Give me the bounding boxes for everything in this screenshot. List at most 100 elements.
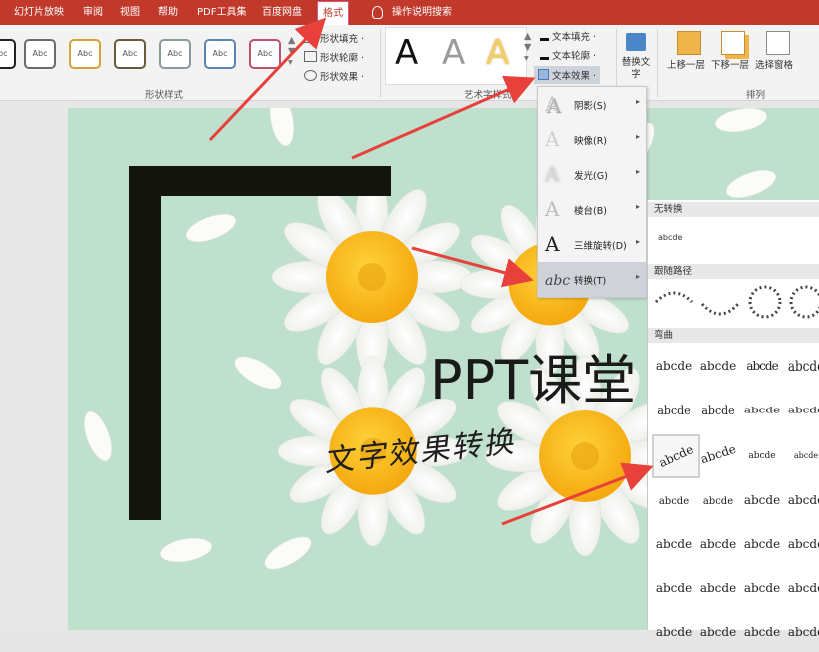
shape-outline-button[interactable]: 形状轮廓 · <box>304 50 364 64</box>
shape-style-swatch[interactable]: Abc <box>159 39 191 69</box>
text-outline-button[interactable]: 文本轮廓 · <box>540 48 596 62</box>
section-follow-path: 跟随路径 <box>648 264 819 279</box>
warp-option[interactable]: abcde <box>784 434 819 474</box>
warp-option[interactable]: abcde <box>784 568 819 608</box>
no-transform-option[interactable]: abcde <box>658 233 682 242</box>
tab-view[interactable]: 视图 <box>120 0 140 25</box>
shape-style-swatch[interactable]: Abc <box>69 39 101 69</box>
warp-option-label: abcde <box>702 496 734 507</box>
text-effects-button[interactable]: 文本效果 · <box>534 66 601 84</box>
wordart-style-gray[interactable]: A <box>442 31 465 75</box>
warp-option[interactable]: abcde <box>652 524 696 564</box>
tab-baidu-netdisk[interactable]: 百度网盘 <box>262 0 302 25</box>
warp-option[interactable]: abcde <box>740 524 784 564</box>
submenu-arrow-icon: ▸ <box>635 97 640 106</box>
menu-item-reflection[interactable]: A 映像(R) ▸ <box>538 122 646 157</box>
menu-item-3d-rotation[interactable]: A 三维旋转(D) ▸ <box>538 227 646 262</box>
shape-style-swatch[interactable]: Abc <box>204 39 236 69</box>
text-effects-menu: A 阴影(S) ▸ A 映像(R) ▸ A 发光(G) ▸ A 棱台(B) ▸ … <box>537 86 647 298</box>
shape-effects-button[interactable]: 形状效果 · <box>304 69 364 83</box>
group-label-arrange: 排列 <box>746 90 766 101</box>
tell-me-search[interactable]: 操作说明搜索 <box>392 0 452 25</box>
warp-option-label: abcde <box>787 493 819 507</box>
warp-option[interactable]: abcde <box>696 568 740 608</box>
3d-rotation-icon: A <box>545 232 560 256</box>
warp-option[interactable]: abcde <box>696 434 740 474</box>
wordart-scroll-icon[interactable]: ▲ ▼ ▾ <box>524 31 531 64</box>
shape-style-swatch[interactable]: Abc <box>0 39 16 69</box>
group-label-shape-styles: 形状样式 <box>145 90 184 101</box>
alt-text-button[interactable]: 替换文字 <box>620 57 652 81</box>
selection-pane-icon[interactable] <box>766 31 790 55</box>
warp-option[interactable]: abcde <box>784 612 819 652</box>
wordart-style-gold[interactable]: A <box>486 31 509 75</box>
menu-item-shadow[interactable]: A 阴影(S) ▸ <box>538 87 646 122</box>
warp-option-label: abcde <box>743 581 781 595</box>
shape-outline-label: 形状轮廓 · <box>320 53 365 64</box>
warp-option[interactable]: abcde <box>784 524 819 564</box>
shape-style-swatch[interactable]: Abc <box>249 39 281 69</box>
warp-option[interactable]: abcde <box>740 568 784 608</box>
shape-fill-button[interactable]: 形状填充 · <box>304 31 364 45</box>
ribbon-separator <box>380 29 381 97</box>
text-fill-button[interactable]: 文本填充 · <box>540 29 596 43</box>
selection-pane-button[interactable]: 选择窗格 <box>755 57 793 71</box>
pen-icon <box>304 51 317 62</box>
warp-option[interactable]: abcde <box>740 346 784 386</box>
bring-forward-icon[interactable] <box>677 31 701 55</box>
warp-option[interactable]: abcde <box>652 568 696 608</box>
menu-item-label: 映像(R) <box>574 136 608 147</box>
menu-item-label: 转换(T) <box>574 276 607 287</box>
shadow-icon: A <box>545 92 560 116</box>
warp-option[interactable]: abcde <box>696 346 740 386</box>
alt-text-icon[interactable] <box>626 33 646 51</box>
menu-item-bevel[interactable]: A 棱台(B) ▸ <box>538 192 646 227</box>
warp-option[interactable]: abcde <box>740 390 784 430</box>
warp-option[interactable]: abcde <box>740 612 784 652</box>
menu-item-glow[interactable]: A 发光(G) ▸ <box>538 157 646 192</box>
warp-option[interactable]: abcde <box>784 346 819 386</box>
glow-icon: A <box>545 162 560 186</box>
thumbnail-pane <box>0 101 68 630</box>
send-backward-icon[interactable] <box>721 31 745 55</box>
menu-item-transform[interactable]: abc 转换(T) ▸ <box>538 262 646 297</box>
bevel-icon: A <box>545 197 560 221</box>
tab-pdf-tools[interactable]: PDF工具集 <box>197 0 246 25</box>
send-backward-button[interactable]: 下移一层 <box>711 57 749 71</box>
follow-path-options[interactable] <box>650 282 819 322</box>
wordart-style-black[interactable]: A <box>395 31 418 75</box>
tab-review[interactable]: 审阅 <box>83 0 103 25</box>
warp-option-label: abcde <box>655 625 693 639</box>
shape-style-swatch[interactable]: Abc <box>114 39 146 69</box>
transform-icon: abc <box>545 273 571 289</box>
bring-forward-button[interactable]: 上移一层 <box>667 57 705 71</box>
tab-help[interactable]: 帮助 <box>158 0 178 25</box>
submenu-arrow-icon: ▸ <box>635 132 640 141</box>
warp-option[interactable]: abcde <box>652 346 696 386</box>
shape-style-swatch[interactable]: Abc <box>24 39 56 69</box>
warp-option[interactable]: abcde <box>740 434 784 474</box>
warp-option-label: abcde <box>787 625 819 639</box>
warp-option-label: abcde <box>748 451 776 461</box>
warp-option[interactable]: abcde <box>740 480 784 520</box>
warp-option[interactable]: abcde <box>784 390 819 430</box>
warp-option[interactable]: abcde <box>696 390 740 430</box>
warp-option[interactable]: abcde <box>652 434 700 478</box>
warp-option[interactable]: abcde <box>696 524 740 564</box>
swatch-scroll-icon[interactable]: ▲ ▼ ▾ <box>288 35 295 68</box>
warp-option[interactable]: abcde <box>652 390 696 430</box>
text-outline-icon <box>540 48 549 60</box>
slide-title[interactable]: PPT课堂 <box>430 336 636 415</box>
transform-submenu: 无转换 abcde 跟随路径 弯曲 abcdeabcdeabcdeabcdeab… <box>647 200 819 639</box>
warp-option[interactable]: abcde <box>652 480 696 520</box>
tab-slideshow[interactable]: 幻灯片放映 <box>14 0 64 25</box>
warp-option[interactable]: abcde <box>652 612 696 652</box>
warp-option-label: abcde <box>793 451 819 460</box>
warp-option[interactable]: abcde <box>784 480 819 520</box>
tab-format[interactable]: 格式 <box>317 1 349 26</box>
warp-option[interactable]: abcde <box>696 612 740 652</box>
warp-option-label: abcde <box>658 496 690 507</box>
submenu-arrow-icon: ▸ <box>635 272 640 281</box>
text-fill-label: 文本填充 · <box>552 32 597 43</box>
warp-option[interactable]: abcde <box>696 480 740 520</box>
